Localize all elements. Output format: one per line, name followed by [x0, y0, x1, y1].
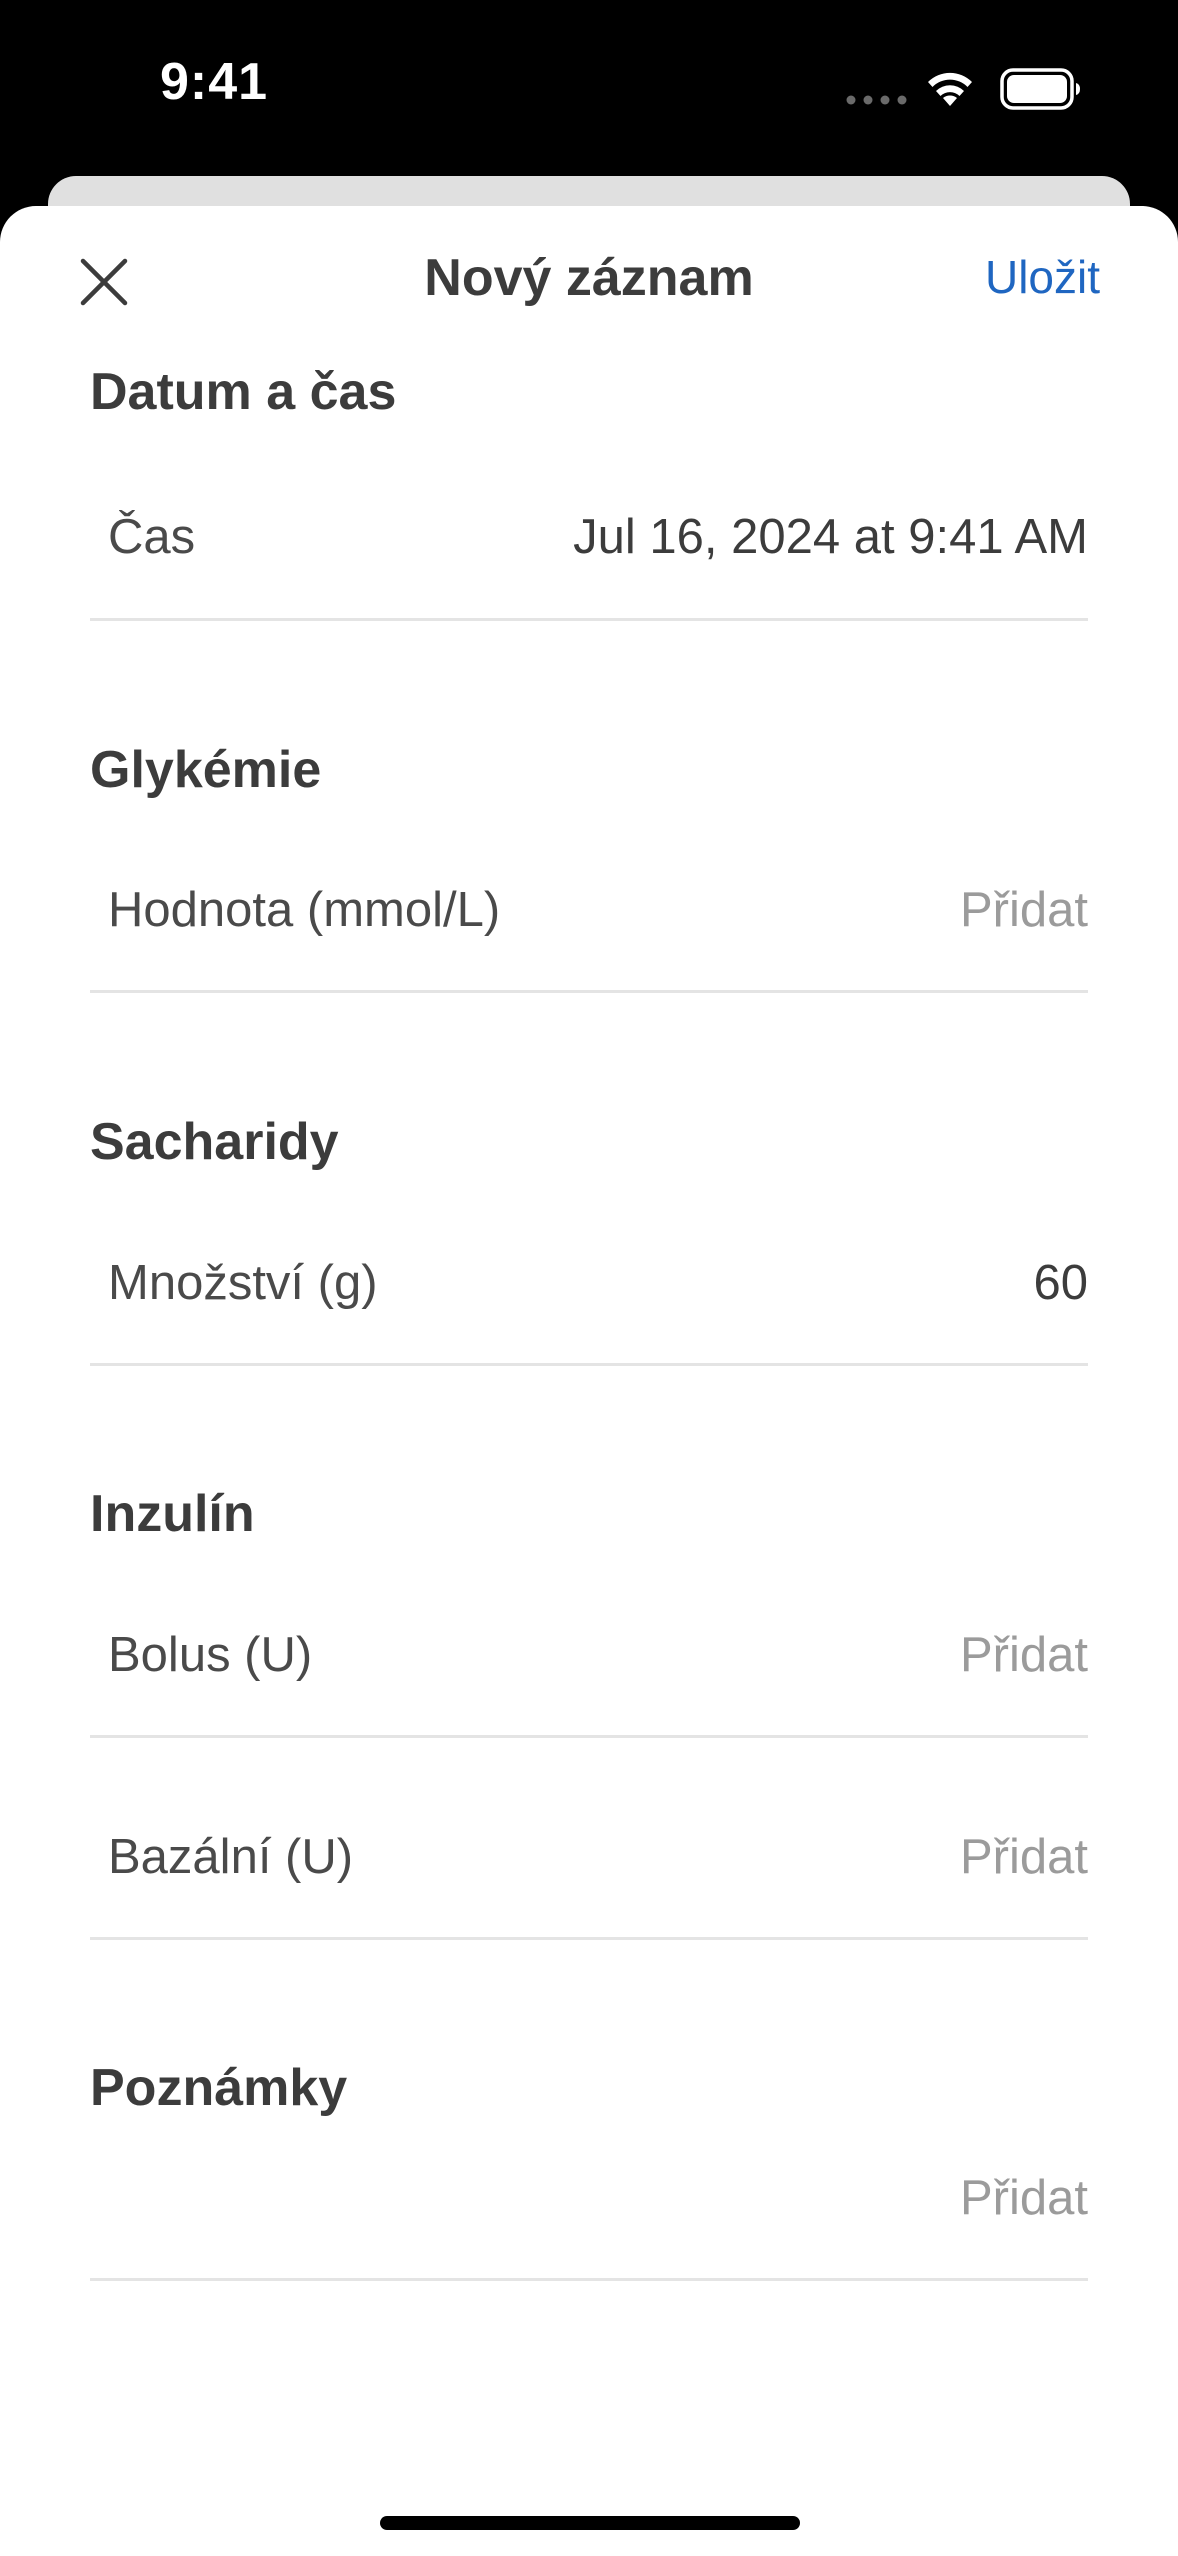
notes-row[interactable]: Přidat [90, 2148, 1088, 2248]
cellular-signal-icon [846, 95, 907, 105]
section-header-glycemia: Glykémie [90, 741, 322, 799]
time-row[interactable]: Čas Jul 16, 2024 at 9:41 AM [90, 487, 1088, 587]
divider [90, 1363, 1088, 1366]
basal-label: Bazální (U) [108, 1830, 354, 1884]
carbs-amount-label: Množství (g) [108, 1256, 378, 1310]
glycemia-value-label: Hodnota (mmol/L) [108, 883, 501, 937]
time-label: Čas [108, 510, 196, 564]
status-time: 9:41 [160, 53, 269, 111]
section-header-carbs: Sacharidy [90, 1113, 339, 1171]
glycemia-value-input[interactable]: Přidat [960, 860, 1088, 960]
divider [90, 2278, 1088, 2281]
wifi-icon [928, 72, 972, 106]
time-value[interactable]: Jul 16, 2024 at 9:41 AM [573, 487, 1088, 587]
section-header-insulin: Inzulín [90, 1485, 255, 1543]
carbs-amount-row[interactable]: Množství (g) 60 [90, 1233, 1088, 1333]
status-bar: 9:41 [0, 0, 1178, 178]
battery-icon [1000, 68, 1080, 110]
bolus-row[interactable]: Bolus (U) Přidat [90, 1605, 1088, 1705]
save-button[interactable]: Uložit [985, 250, 1100, 304]
notes-input[interactable]: Přidat [960, 2148, 1088, 2248]
basal-row[interactable]: Bazální (U) Přidat [90, 1807, 1088, 1907]
glycemia-value-row[interactable]: Hodnota (mmol/L) Přidat [90, 860, 1088, 960]
section-header-notes: Poznámky [90, 2059, 348, 2117]
divider [90, 1937, 1088, 1940]
section-header-datetime: Datum a čas [90, 363, 397, 421]
bolus-label: Bolus (U) [108, 1628, 313, 1682]
divider [90, 1735, 1088, 1738]
bolus-input[interactable]: Přidat [960, 1605, 1088, 1705]
basal-input[interactable]: Přidat [960, 1807, 1088, 1907]
divider [90, 990, 1088, 993]
carbs-amount-input[interactable]: 60 [1033, 1233, 1088, 1333]
home-indicator[interactable] [380, 2516, 800, 2530]
divider [90, 618, 1088, 621]
